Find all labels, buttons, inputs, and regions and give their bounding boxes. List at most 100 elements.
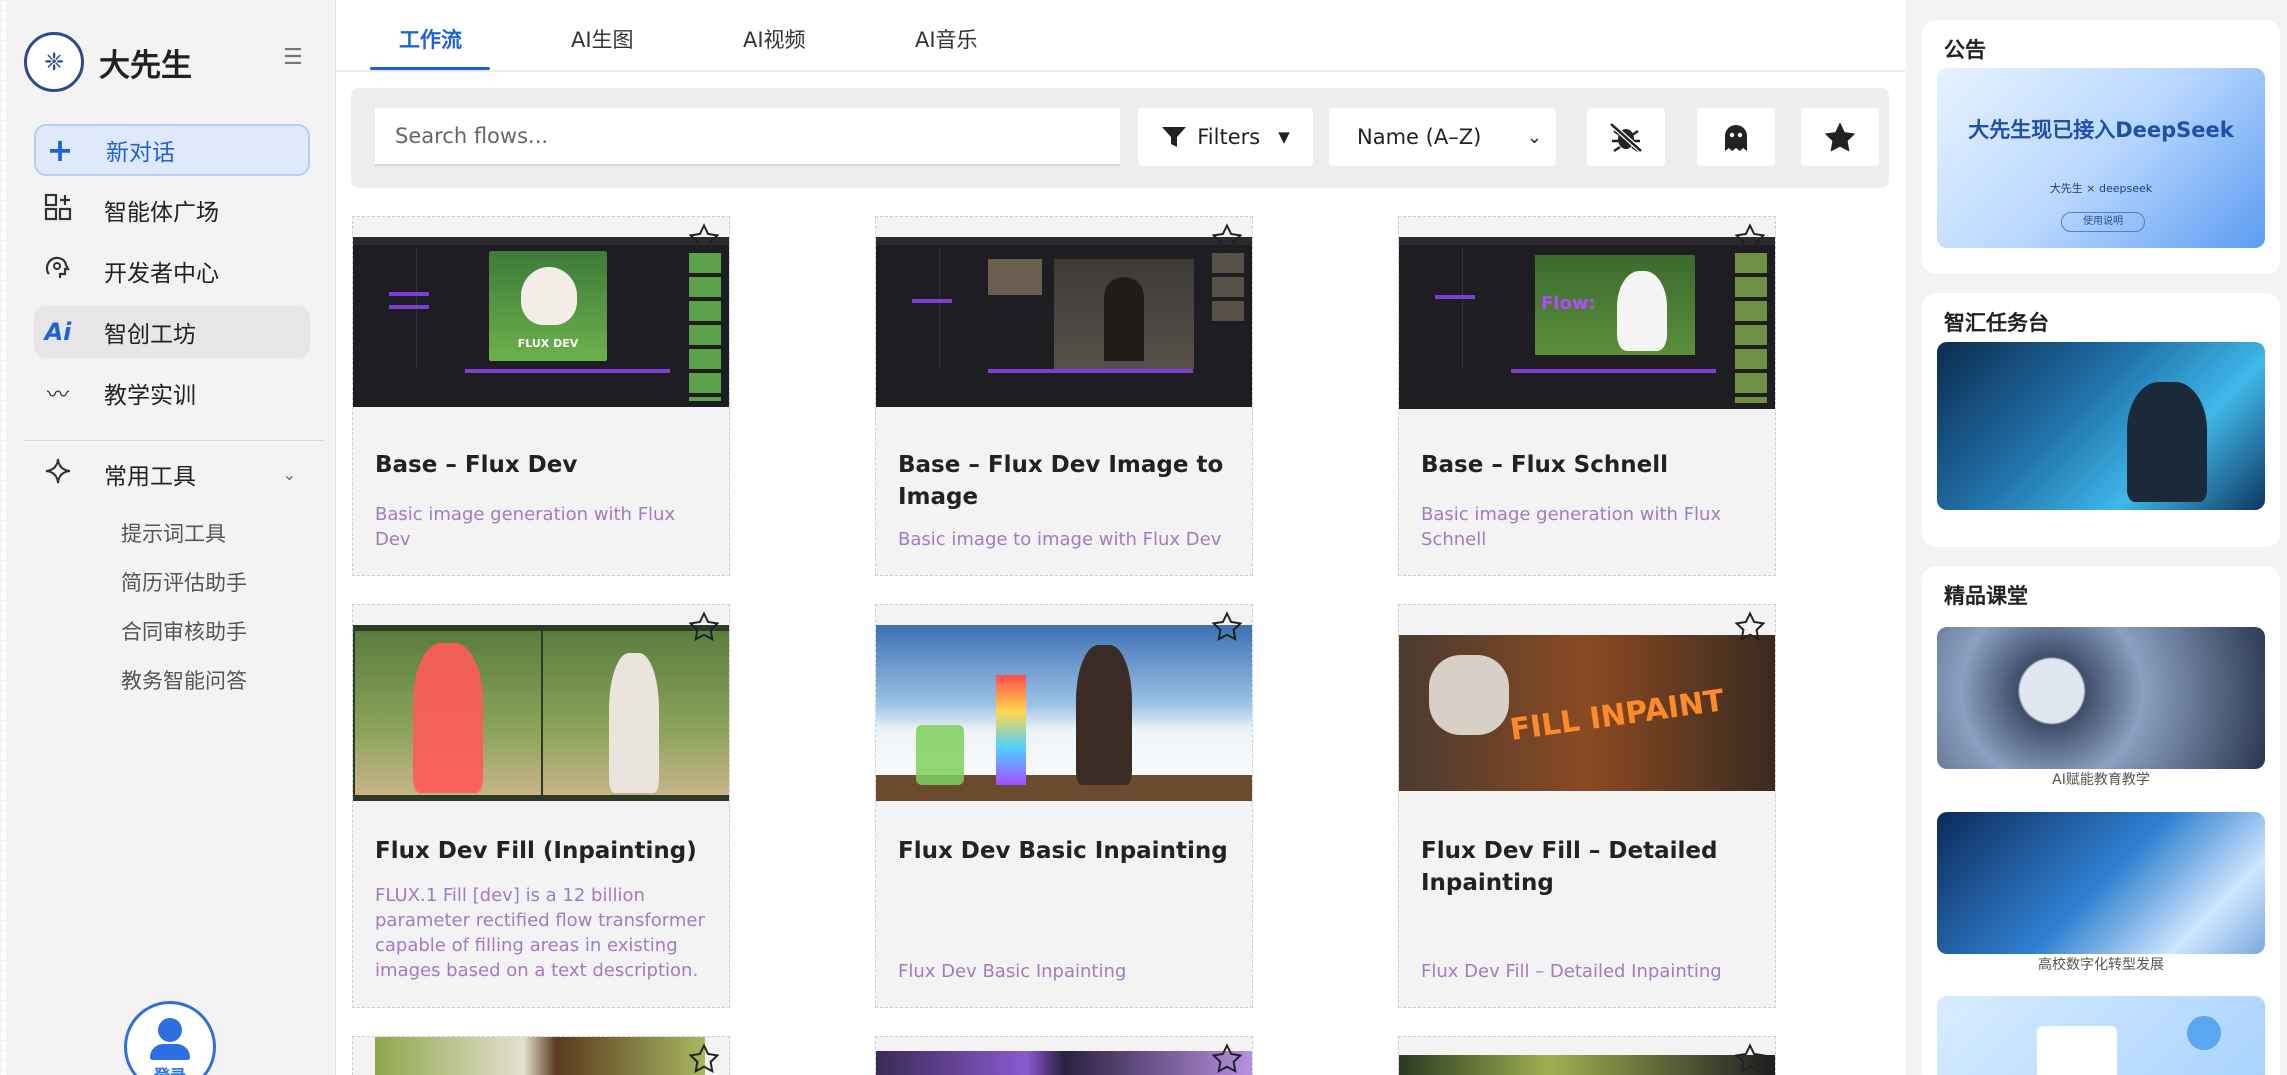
flow-title: Base – Flux Dev Image to Image (898, 452, 1224, 510)
notice-title: 公告 (1944, 38, 1986, 62)
brand-name: 大先生 (99, 47, 192, 84)
star-outline-icon[interactable] (1212, 223, 1242, 253)
flow-card[interactable]: FLUX DEV Base – Flux Dev Basic image gen… (352, 216, 730, 576)
flow-title: Flux Dev Fill (Inpainting) (375, 838, 697, 864)
star-outline-icon[interactable] (1212, 1043, 1242, 1073)
bug-off-icon (1609, 122, 1643, 153)
course-image[interactable] (1937, 996, 2265, 1075)
star-outline-icon[interactable] (1735, 611, 1765, 641)
tab-ai-video[interactable]: AI视频 (743, 24, 806, 54)
flow-card[interactable]: Flux Dev Fill (Inpainting) FLUX.1 Fill [… (352, 604, 730, 1008)
task-title: 智汇任务台 (1944, 311, 2049, 335)
filters-label: Filters (1197, 125, 1261, 149)
flow-thumbnail (353, 625, 729, 801)
star-outline-icon[interactable] (1735, 223, 1765, 253)
sort-label: Name (A–Z) (1357, 125, 1482, 149)
right-panel: 公告 大先生现已接入DeepSeek 大先生 × deepseek 使用说明 智… (1906, 0, 2287, 1075)
flow-thumbnail (375, 1037, 705, 1075)
sidebar-subitem-contract-assistant[interactable]: 合同审核助手 (121, 616, 247, 646)
course-image[interactable] (1937, 627, 2265, 769)
flow-thumbnail (876, 625, 1252, 801)
filters-button[interactable]: Filters ▼ (1138, 108, 1313, 166)
banner-headline: 大先生现已接入DeepSeek (1968, 118, 2234, 142)
flow-card[interactable] (875, 1036, 1253, 1075)
sidebar-subitem-academic-qa[interactable]: 教务智能问答 (121, 665, 247, 695)
sidebar-item-developer-center[interactable]: 开发者中心 (34, 245, 310, 297)
ai-icon: Ai (44, 318, 72, 346)
ghost-button[interactable] (1697, 108, 1775, 166)
sidebar-divider (24, 440, 324, 441)
starred-filter-button[interactable] (1801, 108, 1879, 166)
sidebar: ❈ 大先生 ☰ + 新对话 智能体广场 开发者中心 Ai 智创工坊 〰 教学实训… (6, 0, 336, 1075)
tab-ai-music[interactable]: AI音乐 (915, 24, 978, 54)
flow-description: Basic image to image with Flux Dev (898, 529, 1222, 550)
toolbar: Filters ▼ Name (A–Z) ⌄ (351, 88, 1889, 188)
deepseek-banner[interactable]: 大先生现已接入DeepSeek 大先生 × deepseek 使用说明 (1937, 68, 2265, 248)
flow-thumbnail (1399, 1055, 1775, 1075)
sidebar-item-label: 智创工坊 (104, 322, 196, 348)
active-tab-indicator (370, 67, 490, 70)
plus-icon: + (46, 131, 74, 169)
flow-thumbnail (876, 1051, 1252, 1075)
wave-icon: 〰 (46, 383, 69, 408)
flow-description: FLUX.1 Fill [dev] is a 12 billion parame… (375, 885, 705, 981)
star-outline-icon[interactable] (1735, 1043, 1765, 1073)
course-caption: AI赋能教育教学 (2052, 772, 2150, 788)
sidebar-item-agent-square[interactable]: 智能体广场 (34, 184, 310, 236)
flow-card[interactable]: Flow: Base – Flux Schnell Basic image ge… (1398, 216, 1776, 576)
caret-down-icon: ▼ (1278, 128, 1290, 146)
flow-card[interactable]: FILL INPAINT Flux Dev Fill – Detailed In… (1398, 604, 1776, 1008)
sidebar-item-teaching-practice[interactable]: 〰 教学实训 (34, 367, 310, 419)
brain-gear-icon (40, 254, 76, 289)
user-icon (158, 1018, 182, 1042)
star-outline-icon[interactable] (1212, 611, 1242, 641)
sparkle-icon (40, 457, 76, 492)
flow-card[interactable] (1398, 1036, 1776, 1075)
user-icon-body (150, 1044, 190, 1060)
sidebar-item-label: 新对话 (106, 140, 175, 166)
star-outline-icon[interactable] (689, 223, 719, 253)
flow-title: Flux Dev Basic Inpainting (898, 838, 1228, 864)
star-outline-icon[interactable] (689, 611, 719, 641)
flow-thumbnail: FILL INPAINT (1399, 635, 1775, 791)
flow-card[interactable]: Base – Flux Dev Image to Image Basic ima… (875, 216, 1253, 576)
sort-select[interactable]: Name (A–Z) ⌄ (1329, 108, 1556, 166)
flow-card[interactable] (352, 1036, 730, 1075)
flow-thumbnail (876, 237, 1252, 407)
sidebar-item-label: 常用工具 (104, 464, 196, 490)
task-panel: 智汇任务台 (1922, 293, 2280, 547)
thumbnail-caption: Flow: (1541, 293, 1596, 314)
main-content: 工作流 AI生图 AI视频 AI音乐 Filters ▼ Name (A–Z) … (337, 0, 1905, 1075)
flow-title: Base – Flux Schnell (1421, 452, 1668, 478)
sidebar-subitem-resume-assistant[interactable]: 简历评估助手 (121, 567, 247, 597)
flow-title: Flux Dev Fill – Detailed Inpainting (1421, 838, 1718, 896)
banner-guide-button[interactable]: 使用说明 (2061, 212, 2145, 232)
ghost-icon (1725, 125, 1747, 151)
search-input[interactable] (375, 108, 1120, 166)
login-button[interactable]: 登录 (124, 1001, 216, 1075)
courses-title: 精品课堂 (1944, 584, 2028, 608)
sidebar-subitem-prompt-tool[interactable]: 提示词工具 (121, 518, 226, 548)
sidebar-item-tools[interactable]: 常用工具 ⌄ (34, 448, 310, 500)
notice-panel: 公告 大先生现已接入DeepSeek 大先生 × deepseek 使用说明 (1922, 20, 2280, 274)
flow-description: Flux Dev Basic Inpainting (898, 961, 1127, 982)
flow-thumbnail: Flow: (1399, 237, 1775, 409)
flow-thumbnail: FLUX DEV (353, 237, 729, 407)
sidebar-item-label: 智能体广场 (104, 200, 219, 226)
flow-description: Basic image generation with Flux Dev (375, 504, 676, 550)
course-image[interactable] (1937, 812, 2265, 954)
tab-bar: 工作流 AI生图 AI视频 AI音乐 (337, 0, 1905, 72)
sidebar-item-new-chat[interactable]: + 新对话 (34, 124, 310, 176)
task-banner-image[interactable] (1937, 342, 2265, 510)
tab-ai-image[interactable]: AI生图 (571, 24, 634, 54)
flow-card[interactable]: Flux Dev Basic Inpainting Flux Dev Basic… (875, 604, 1253, 1008)
sidebar-item-creative-workshop[interactable]: Ai 智创工坊 (34, 306, 310, 358)
chevron-down-icon: ⌄ (1526, 126, 1542, 148)
tab-workflow[interactable]: 工作流 (399, 24, 462, 54)
star-outline-icon[interactable] (689, 1043, 719, 1073)
apps-grid-icon (40, 193, 76, 228)
sidebar-item-label: 开发者中心 (104, 261, 219, 287)
collapse-sidebar-icon[interactable]: ☰ (279, 44, 307, 72)
brand[interactable]: ❈ 大先生 (24, 32, 192, 92)
bug-off-button[interactable] (1587, 108, 1665, 166)
